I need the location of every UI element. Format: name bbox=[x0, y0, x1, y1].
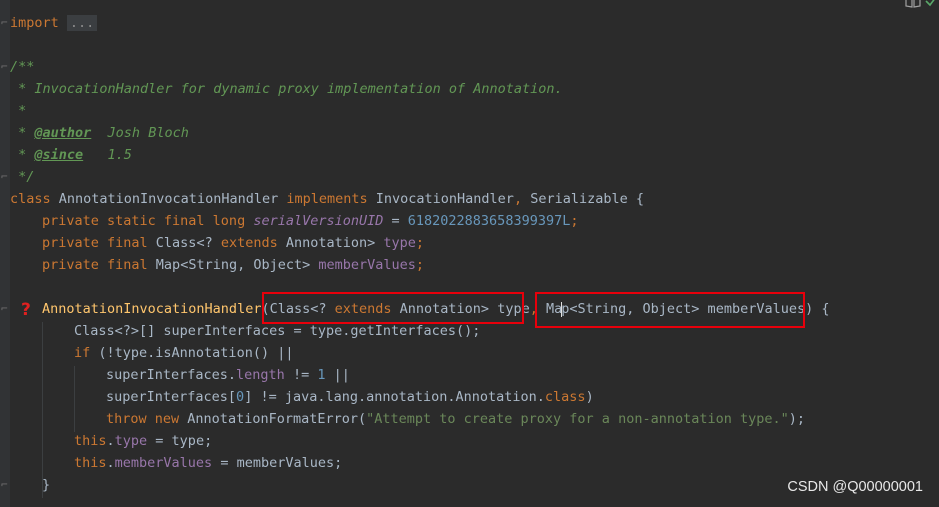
field-member-values: private final Map<String, Object> member… bbox=[42, 254, 424, 276]
field-modifiers: private static final long bbox=[42, 213, 246, 229]
javadoc-prefix: * bbox=[10, 147, 35, 163]
author-tag: @author bbox=[34, 125, 92, 141]
import-keyword: import bbox=[10, 15, 59, 31]
if-condition: (!type.isAnnotation() || bbox=[90, 345, 294, 361]
if-keyword: if bbox=[74, 345, 91, 361]
code-text: superInterfaces[ bbox=[106, 389, 237, 405]
close-paren: ) { bbox=[805, 301, 830, 317]
code-text: ] != java.lang.annotation.Annotation. bbox=[244, 389, 545, 405]
class-name: AnnotationInvocationHandler bbox=[50, 191, 287, 207]
field-type-b: Annotation> bbox=[277, 235, 384, 251]
code-text: ) bbox=[585, 389, 594, 405]
fold-marker-icon[interactable]: ⌐ bbox=[1, 16, 8, 29]
this-keyword: this bbox=[74, 433, 107, 449]
field-modifiers: private final bbox=[42, 257, 148, 273]
author-value: Josh Bloch bbox=[91, 125, 189, 141]
code-text: = type; bbox=[147, 433, 213, 449]
book-icon[interactable] bbox=[905, 0, 921, 8]
javadoc-description: * InvocationHandler for dynamic proxy im… bbox=[10, 81, 563, 97]
code-text: . bbox=[106, 455, 115, 471]
body-line-4: superInterfaces[0] != java.lang.annotati… bbox=[106, 386, 594, 408]
interface-name: Serializable { bbox=[522, 191, 644, 207]
extends-keyword: extends bbox=[220, 235, 278, 251]
code-text: ); bbox=[788, 411, 806, 427]
body-line-6: this.type = type; bbox=[74, 430, 212, 452]
field-name: serialVersionUID bbox=[253, 213, 384, 229]
body-line-2: if (!type.isAnnotation() || bbox=[74, 342, 293, 364]
question-mark-icon[interactable]: ? bbox=[21, 300, 35, 320]
semicolon: ; bbox=[415, 257, 425, 273]
since-value: 1.5 bbox=[83, 147, 132, 163]
closing-brace: } bbox=[42, 477, 51, 493]
code-text: = memberValues; bbox=[212, 455, 343, 471]
this-keyword: this bbox=[74, 455, 107, 471]
semicolon: ; bbox=[415, 235, 425, 251]
body-line-3: superInterfaces.length != 1 || bbox=[106, 364, 350, 386]
constructor-name: AnnotationInvocationHandler bbox=[42, 301, 262, 317]
member-values-field: memberValues bbox=[114, 455, 213, 471]
implements-keyword: implements bbox=[286, 191, 368, 207]
body-line-5: throw new AnnotationFormatError("Attempt… bbox=[106, 408, 805, 430]
field-type-rest: <String, Object> bbox=[180, 257, 319, 273]
field-type: private final Class<? extends Annotation… bbox=[42, 232, 424, 254]
field-serial-version: private static final long serialVersionU… bbox=[42, 210, 578, 232]
watermark: CSDN @Q00000001 bbox=[787, 479, 923, 495]
fold-marker-icon[interactable]: ⌐ bbox=[1, 478, 8, 491]
javadoc-since: * @since 1.5 bbox=[10, 144, 132, 166]
code-line-import: import ... bbox=[10, 12, 98, 34]
class-declaration: class AnnotationInvocationHandler implem… bbox=[10, 188, 644, 210]
field-value: 6182022883658399397L bbox=[407, 213, 571, 229]
class-keyword: class bbox=[544, 389, 586, 405]
body-line-1: Class<?>[] superInterfaces = type.getInt… bbox=[74, 323, 481, 339]
fold-marker-icon[interactable]: ⌐ bbox=[1, 302, 8, 315]
fold-marker-icon[interactable]: ⌐ bbox=[1, 60, 8, 73]
field-type-a: Class<? bbox=[147, 235, 221, 251]
field-modifiers: private final bbox=[42, 235, 148, 251]
fold-marker-icon[interactable]: ⌐ bbox=[1, 170, 8, 183]
type-field: type bbox=[114, 433, 148, 449]
code-text: AnnotationFormatError( bbox=[179, 411, 367, 427]
javadoc-blank: * bbox=[10, 103, 27, 119]
class-keyword: class bbox=[10, 191, 51, 207]
javadoc-prefix: * bbox=[10, 125, 35, 141]
body-line-7: this.memberValues = memberValues; bbox=[74, 452, 342, 474]
assign: = bbox=[383, 213, 408, 229]
comma: , bbox=[513, 191, 523, 207]
javadoc-author: * @author Josh Bloch bbox=[10, 122, 189, 144]
field-type-map: Map bbox=[147, 257, 181, 273]
string-literal: "Attempt to create proxy for a non-annot… bbox=[366, 411, 789, 427]
length-field: length bbox=[236, 367, 285, 383]
since-tag: @since bbox=[34, 147, 84, 163]
check-icon[interactable] bbox=[925, 0, 937, 8]
semicolon: ; bbox=[570, 213, 579, 229]
indent-guide bbox=[42, 322, 43, 498]
highlight-box-param-2 bbox=[535, 292, 805, 328]
code-text: . bbox=[106, 433, 115, 449]
new-keyword: new bbox=[154, 411, 180, 427]
number-literal: 0 bbox=[236, 389, 245, 405]
javadoc-close: */ bbox=[10, 169, 35, 185]
interface-name: InvocationHandler bbox=[367, 191, 514, 207]
javadoc-open: /** bbox=[10, 59, 35, 75]
field-name: memberValues bbox=[318, 257, 416, 273]
code-text: superInterfaces. bbox=[106, 367, 237, 383]
code-text: || bbox=[325, 367, 350, 383]
code-text: != bbox=[284, 367, 318, 383]
field-name: type bbox=[383, 235, 416, 251]
import-fold[interactable]: ... bbox=[66, 15, 98, 31]
throw-keyword: throw bbox=[106, 411, 147, 427]
indent-guide bbox=[74, 366, 75, 432]
editor-gutter bbox=[0, 0, 10, 507]
